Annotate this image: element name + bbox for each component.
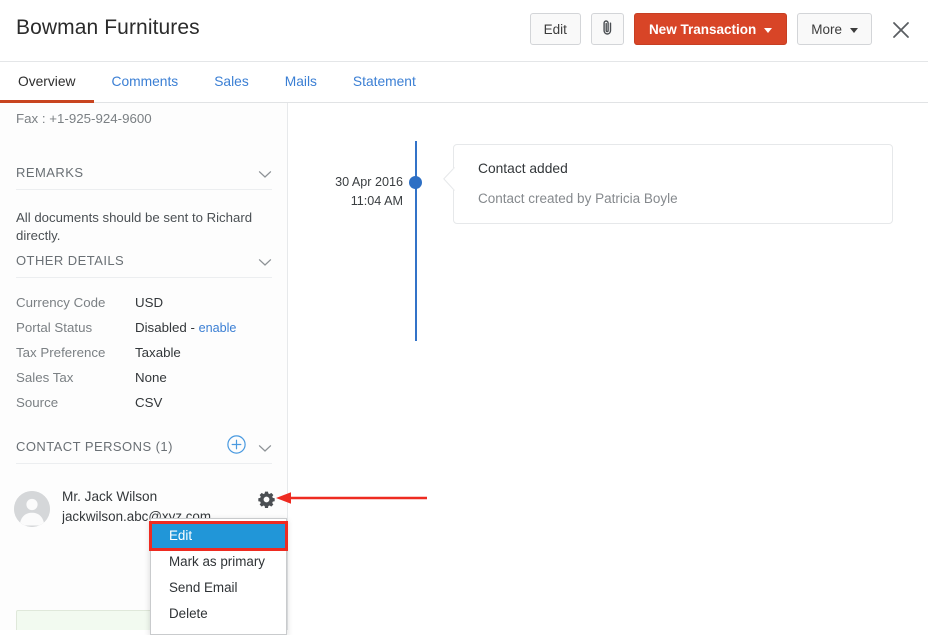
table-row: Portal Status Disabled - enable <box>16 320 276 345</box>
table-row: Tax Preference Taxable <box>16 345 276 370</box>
edit-button-label: Edit <box>544 22 567 37</box>
timeline-event-date: 30 Apr 2016 <box>299 173 403 192</box>
enable-portal-link[interactable]: enable <box>199 321 237 335</box>
tab-mails-label: Mails <box>285 74 317 89</box>
attachment-button[interactable] <box>591 13 624 45</box>
contact-person-name: Mr. Jack Wilson <box>62 489 252 504</box>
fax-line: Fax : +1-925-924-9600 <box>16 111 152 126</box>
header-actions: Edit New Transaction More <box>530 13 914 45</box>
detail-label: Sales Tax <box>16 370 135 385</box>
chevron-down-icon[interactable] <box>258 166 272 175</box>
detail-value: None <box>135 370 167 385</box>
tab-sales[interactable]: Sales <box>196 62 267 103</box>
tab-sales-label: Sales <box>214 74 249 89</box>
detail-value: CSV <box>135 395 162 410</box>
paperclip-icon <box>602 19 613 40</box>
tab-statement-label: Statement <box>353 74 416 89</box>
main-content: 30 Apr 2016 11:04 AM Contact added Conta… <box>289 103 928 630</box>
tab-overview-label: Overview <box>18 74 76 89</box>
user-avatar-icon <box>14 491 50 527</box>
tab-comments[interactable]: Comments <box>94 62 197 103</box>
contact-person-context-menu: Edit Mark as primary Send Email Delete <box>150 518 287 635</box>
tab-bar: Overview Comments Sales Mails Statement <box>0 62 928 103</box>
remarks-section-header[interactable]: REMARKS <box>16 165 272 190</box>
activity-timeline: 30 Apr 2016 11:04 AM Contact added Conta… <box>289 103 928 630</box>
remarks-heading: REMARKS <box>16 165 272 180</box>
detail-label: Tax Preference <box>16 345 135 360</box>
card-notch <box>443 167 454 191</box>
timeline-event-time: 11:04 AM <box>299 192 403 211</box>
chevron-down-icon[interactable] <box>258 440 272 449</box>
table-row: Currency Code USD <box>16 295 276 320</box>
tab-statement[interactable]: Statement <box>335 62 434 103</box>
timeline-event-subtitle: Contact created by Patricia Boyle <box>478 191 678 206</box>
chevron-down-icon[interactable] <box>258 254 272 263</box>
tab-list: Overview Comments Sales Mails Statement <box>0 62 434 103</box>
menu-item-send-email[interactable]: Send Email <box>151 575 286 601</box>
detail-label: Portal Status <box>16 320 135 335</box>
portal-status-value: Disabled <box>135 320 187 335</box>
contact-persons-section-header: CONTACT PERSONS (1) <box>16 439 272 464</box>
detail-value: Disabled - enable <box>135 320 236 335</box>
page-title: Bowman Furnitures <box>16 16 200 40</box>
menu-item-delete-label: Delete <box>169 606 208 621</box>
red-arrow-left-icon <box>272 489 428 507</box>
tab-mails[interactable]: Mails <box>267 62 335 103</box>
detail-value: USD <box>135 295 163 310</box>
menu-item-edit[interactable]: Edit <box>151 523 286 549</box>
detail-value: Taxable <box>135 345 181 360</box>
circle-plus-icon[interactable] <box>227 435 246 454</box>
chevron-down-icon <box>764 28 772 33</box>
menu-item-edit-label: Edit <box>169 528 192 543</box>
menu-item-delete[interactable]: Delete <box>151 601 286 627</box>
tab-overview[interactable]: Overview <box>0 62 94 103</box>
tab-comments-label: Comments <box>112 74 179 89</box>
table-row: Source CSV <box>16 395 276 420</box>
remarks-text: All documents should be sent to Richard … <box>16 209 278 245</box>
detail-label: Source <box>16 395 135 410</box>
menu-item-mark-as-primary[interactable]: Mark as primary <box>151 549 286 575</box>
close-icon[interactable] <box>888 17 914 43</box>
timeline-event-timestamp: 30 Apr 2016 11:04 AM <box>299 173 403 211</box>
chevron-down-icon <box>850 28 858 33</box>
new-transaction-label: New Transaction <box>649 22 756 37</box>
other-details-section-header[interactable]: OTHER DETAILS <box>16 253 272 278</box>
menu-item-send-email-label: Send Email <box>169 580 237 595</box>
portal-status-separator: - <box>187 320 199 335</box>
new-transaction-button[interactable]: New Transaction <box>634 13 787 45</box>
other-details-heading: OTHER DETAILS <box>16 253 272 268</box>
timeline-event-dot <box>409 176 422 189</box>
timeline-event-title: Contact added <box>478 161 568 176</box>
detail-label: Currency Code <box>16 295 135 310</box>
timeline-axis <box>415 141 417 341</box>
page-header: Bowman Furnitures Edit New Transaction M… <box>0 0 928 62</box>
more-button[interactable]: More <box>797 13 872 45</box>
more-button-label: More <box>811 22 842 37</box>
edit-button[interactable]: Edit <box>530 13 581 45</box>
table-row: Sales Tax None <box>16 370 276 395</box>
other-details-rows: Currency Code USD Portal Status Disabled… <box>16 295 276 420</box>
menu-item-mark-as-primary-label: Mark as primary <box>169 554 265 569</box>
timeline-event-card: Contact added Contact created by Patrici… <box>453 144 893 224</box>
